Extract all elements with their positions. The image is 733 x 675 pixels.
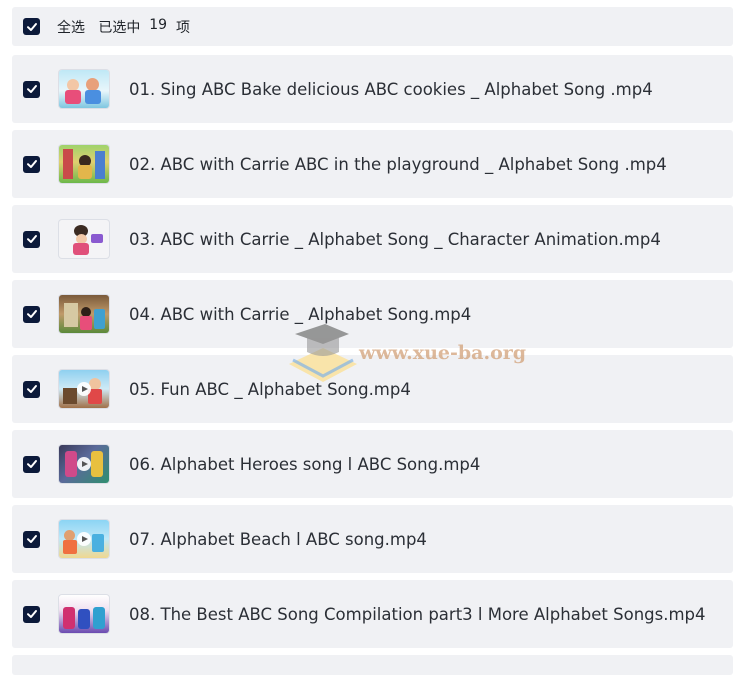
checkmark-icon [26,460,37,468]
row-checkbox[interactable] [23,455,40,473]
file-name[interactable]: 04. ABC with Carrie _ Alphabet Song.mp4 [129,305,471,324]
checkmark-icon [26,22,37,31]
selected-count: 19 [149,16,168,33]
video-thumbnail[interactable] [59,295,109,333]
video-thumbnail[interactable] [59,220,109,258]
row-checkbox[interactable] [23,230,40,248]
video-thumbnail[interactable] [59,520,109,558]
checkmark-icon [26,85,37,93]
file-row[interactable] [12,655,733,675]
file-row[interactable]: 01. Sing ABC Bake delicious ABC cookies … [12,55,733,123]
play-icon [77,532,91,546]
file-row[interactable]: 02. ABC with Carrie ABC in the playgroun… [12,130,733,198]
file-row[interactable]: 04. ABC with Carrie _ Alphabet Song.mp4 [12,280,733,348]
row-checkbox[interactable] [23,80,40,98]
file-name[interactable]: 06. Alphabet Heroes song l ABC Song.mp4 [129,455,480,474]
selected-suffix: 项 [176,19,190,36]
select-all-label[interactable]: 全选 [57,17,85,37]
play-icon [77,457,91,471]
checkmark-icon [26,235,37,243]
file-row[interactable]: 05. Fun ABC _ Alphabet Song.mp4 [12,355,733,423]
video-thumbnail[interactable] [59,445,109,483]
row-checkbox[interactable] [23,605,40,623]
file-name[interactable]: 08. The Best ABC Song Compilation part3 … [129,605,706,624]
video-thumbnail[interactable] [59,370,109,408]
checkmark-icon [26,610,37,618]
file-row[interactable]: 08. The Best ABC Song Compilation part3 … [12,580,733,648]
file-name[interactable]: 02. ABC with Carrie ABC in the playgroun… [129,155,667,174]
selected-prefix: 已选中 [98,19,141,36]
video-thumbnail[interactable] [59,145,109,183]
file-row[interactable]: 03. ABC with Carrie _ Alphabet Song _ Ch… [12,205,733,273]
file-name[interactable]: 01. Sing ABC Bake delicious ABC cookies … [129,80,653,99]
row-checkbox[interactable] [23,155,40,173]
file-name[interactable]: 05. Fun ABC _ Alphabet Song.mp4 [129,380,411,399]
row-checkbox[interactable] [23,530,40,548]
file-name[interactable]: 07. Alphabet Beach l ABC song.mp4 [129,530,427,549]
file-row[interactable]: 07. Alphabet Beach l ABC song.mp4 [12,505,733,573]
checkmark-icon [26,160,37,168]
video-thumbnail[interactable] [59,70,109,108]
file-row[interactable]: 06. Alphabet Heroes song l ABC Song.mp4 [12,430,733,498]
selection-summary: 全选 已选中 19 项 [57,17,190,37]
checkmark-icon [26,535,37,543]
play-icon [77,382,91,396]
selection-toolbar: 全选 已选中 19 项 [12,7,733,46]
video-thumbnail[interactable] [59,595,109,633]
checkmark-icon [26,385,37,393]
row-checkbox[interactable] [23,380,40,398]
checkmark-icon [26,310,37,318]
row-checkbox[interactable] [23,305,40,323]
select-all-checkbox[interactable] [23,18,40,35]
file-name[interactable]: 03. ABC with Carrie _ Alphabet Song _ Ch… [129,230,661,249]
